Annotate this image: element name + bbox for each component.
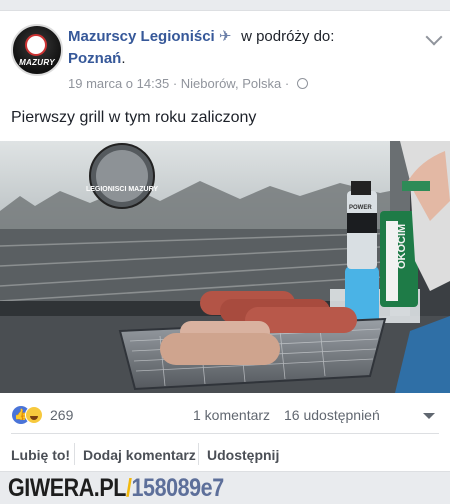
globe-icon <box>296 78 308 89</box>
avatar-logo-text: MAZURY <box>19 58 55 67</box>
page-avatar[interactable]: MAZURY <box>11 24 63 76</box>
share-button[interactable]: Udostępnij <box>207 447 279 463</box>
crest-icon <box>25 34 47 56</box>
post-meta: 19 marca o 14:35 · Nieborów, Polska · <box>68 76 308 91</box>
post-card: MAZURY Mazurscy Legioniści ✈ w podróży d… <box>0 10 450 472</box>
divider <box>11 433 439 434</box>
post-photo[interactable]: LEGIONISCI MAZURY OKOCIM POWER <box>0 141 450 393</box>
haha-emoji-icon <box>25 406 43 424</box>
comments-count-link[interactable]: 1 komentarz <box>193 407 270 423</box>
shares-count-link[interactable]: 16 udostępnień <box>284 407 380 423</box>
meta-separator-2: · <box>284 76 290 91</box>
dropdown-caret-icon[interactable] <box>423 413 435 419</box>
destination-link[interactable]: Poznań <box>68 50 121 67</box>
post-header: Mazurscy Legioniści ✈ w podróży do: Pozn… <box>68 26 418 70</box>
post-text: Pierwszy grill w tym roku zaliczony <box>11 109 257 126</box>
meta-separator: · <box>172 76 178 91</box>
airplane-icon: ✈ <box>218 28 232 45</box>
like-button[interactable]: Lubię to! <box>11 447 70 463</box>
site-name: GIWERA.PL <box>8 474 126 502</box>
button-separator <box>74 443 75 465</box>
can-label: OKOCIM <box>396 224 408 269</box>
reactions-count: 269 <box>50 407 74 423</box>
post-location[interactable]: Nieborów, Polska <box>181 76 281 91</box>
bottle-label: POWER <box>349 205 372 211</box>
button-separator <box>198 443 199 465</box>
sticker-text: LEGIONISCI MAZURY <box>86 186 158 193</box>
travel-action: w podróży do: <box>241 28 335 45</box>
watermark-footer: GIWERA.PL/158089e7 <box>8 474 224 503</box>
destination-suffix: . <box>121 50 126 67</box>
post-timestamp[interactable]: 19 marca o 14:35 <box>68 76 169 91</box>
post-options-chevron-icon[interactable] <box>425 28 443 46</box>
footer-hash: 158089e7 <box>131 474 225 502</box>
page-name-link[interactable]: Mazurscy Legioniści <box>68 28 215 45</box>
train-grill-photo: LEGIONISCI MAZURY OKOCIM POWER <box>0 141 450 393</box>
add-comment-button[interactable]: Dodaj komentarz <box>83 447 196 463</box>
